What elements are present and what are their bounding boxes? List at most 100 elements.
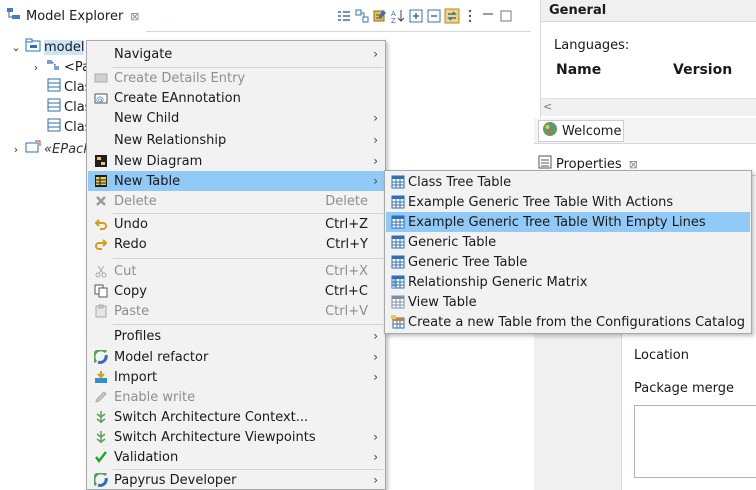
menu-item-redo[interactable]: Redo Ctrl+Y [88, 234, 384, 254]
menu-item-switch-architecture-viewpoints[interactable]: Switch Architecture Viewpoints › [88, 427, 384, 447]
menu-item-navigate[interactable]: Navigate › [88, 44, 384, 64]
collapse-all-icon[interactable] [426, 8, 442, 24]
menu-item-profiles[interactable]: Profiles › [88, 326, 384, 346]
chevron-right-icon: › [373, 350, 378, 364]
horizontal-scrollbar[interactable]: < [541, 98, 756, 116]
menu-item-shortcut: Ctrl+V [325, 303, 368, 319]
submenu-item-table-from-catalog[interactable]: Create a new Table from the Configuratio… [386, 312, 750, 332]
architecture-icon [88, 427, 110, 447]
tree-item-class[interactable]: Clas [47, 77, 91, 97]
submenu-item-generic-tree-table-actions[interactable]: Example Generic Tree Table With Actions [386, 192, 750, 212]
package-merge-list[interactable] [634, 405, 756, 478]
welcome-tab[interactable]: Welcome [538, 120, 624, 142]
menu-item-label: Import [114, 369, 158, 385]
chevron-down-icon[interactable]: ⌄ [10, 41, 22, 54]
tree-item-model[interactable]: ⌄ model [10, 37, 85, 57]
sync-icon[interactable] [444, 8, 460, 24]
view-menu-icon[interactable] [462, 8, 478, 24]
menu-item-label: Navigate [114, 46, 173, 62]
cut-icon [88, 261, 110, 281]
menu-item-enable-write[interactable]: Enable write [88, 387, 384, 407]
chevron-right-icon: › [373, 47, 378, 61]
copy-icon [88, 281, 110, 301]
column-header-name[interactable]: Name [556, 62, 601, 78]
menu-item-model-refactor[interactable]: Model refactor › [88, 347, 384, 367]
menu-item-label: New Relationship [114, 132, 227, 148]
diagram-icon [88, 151, 110, 171]
menu-item-label: Cut [114, 263, 137, 279]
eannotation-icon: @ [88, 88, 110, 108]
menu-item-paste[interactable]: Paste Ctrl+V [88, 301, 384, 321]
menu-item-cut[interactable]: Cut Ctrl+X [88, 261, 384, 281]
menu-item-label: Copy [114, 283, 147, 299]
menu-item-label: Paste [114, 303, 150, 319]
menu-item-new-diagram[interactable]: New Diagram › [88, 151, 384, 171]
welcome-tab-bar: Welcome [534, 118, 756, 144]
filter-icon[interactable] [372, 8, 388, 24]
package-import-icon [45, 58, 61, 76]
menu-item-new-child[interactable]: New Child › [88, 108, 384, 128]
model-explorer-title: Model Explorer [26, 8, 124, 24]
menu-item-new-table[interactable]: New Table › [88, 171, 384, 191]
table-icon [386, 212, 406, 232]
context-menu: Navigate › Create Details Entry @ Create… [86, 40, 386, 490]
general-header: General [541, 0, 756, 22]
tree-item-package-import[interactable]: › <Pa [30, 57, 90, 77]
menu-item-create-eannotation[interactable]: @ Create EAnnotation [88, 88, 384, 108]
menu-item-delete[interactable]: Delete Delete [88, 191, 384, 211]
collapse-list-icon[interactable] [336, 8, 352, 24]
chevron-right-icon: › [373, 174, 378, 188]
chevron-right-icon[interactable]: › [30, 61, 42, 74]
submenu-item-class-tree-table[interactable]: Class Tree Table [386, 172, 750, 192]
tree-item-label: «EPack [44, 141, 91, 157]
matrix-icon [386, 272, 406, 292]
menu-item-copy[interactable]: Copy Ctrl+C [88, 281, 384, 301]
details-entry-icon [88, 68, 110, 88]
tree-item-class[interactable]: Clas [47, 97, 91, 117]
chevron-right-icon[interactable]: › [10, 143, 22, 156]
location-label: Location [634, 348, 689, 363]
submenu-item-relationship-generic-matrix[interactable]: Relationship Generic Matrix [386, 272, 750, 292]
menu-item-import[interactable]: Import › [88, 367, 384, 387]
menu-item-label: Delete [114, 193, 157, 209]
submenu-item-generic-tree-table-empty-lines[interactable]: Example Generic Tree Table With Empty Li… [386, 212, 750, 232]
redo-icon [88, 234, 110, 254]
menu-item-label: Profiles [114, 328, 162, 344]
menu-item-label: Validation [114, 449, 179, 465]
menu-item-switch-architecture-context[interactable]: Switch Architecture Context... [88, 407, 384, 427]
explorer-toolbar: AZ [336, 6, 514, 26]
menu-item-undo[interactable]: Undo Ctrl+Z [88, 214, 384, 234]
submenu-item-view-table[interactable]: View Table [386, 292, 750, 312]
submenu-item-generic-tree-table[interactable]: Generic Tree Table [386, 252, 750, 272]
view-table-icon [386, 292, 406, 312]
submenu-item-generic-table[interactable]: Generic Table [386, 232, 750, 252]
papyrus-icon [88, 470, 110, 490]
welcome-tab-label: Welcome [562, 123, 622, 139]
close-icon[interactable]: ⊠ [629, 158, 638, 171]
scroll-left-icon[interactable]: < [543, 100, 552, 113]
menu-item-new-relationship[interactable]: New Relationship › [88, 130, 384, 150]
general-section: General Languages: Name Version < [540, 0, 756, 120]
check-icon [88, 447, 110, 467]
model-explorer-tab[interactable]: Model Explorer ⊠ [0, 0, 146, 32]
column-header-version[interactable]: Version [673, 62, 732, 78]
link-editor-icon[interactable] [354, 8, 370, 24]
tree-item-epackage[interactable]: › «EPack [10, 139, 91, 159]
tree-item-class[interactable]: Clas [47, 117, 91, 137]
sort-icon[interactable]: AZ [390, 8, 406, 25]
menu-item-papyrus-developer[interactable]: Papyrus Developer › [88, 470, 384, 490]
class-icon [47, 78, 61, 96]
submenu-item-label: Example Generic Tree Table With Actions [408, 194, 674, 210]
menu-item-validation[interactable]: Validation › [88, 447, 384, 467]
menu-item-create-details-entry[interactable]: Create Details Entry [88, 68, 384, 88]
chevron-right-icon: › [373, 370, 378, 384]
delete-icon [88, 191, 110, 211]
menu-item-label: Model refactor [114, 349, 209, 365]
menu-separator [113, 324, 383, 325]
close-icon[interactable]: ⊠ [130, 10, 139, 23]
maximize-icon[interactable] [498, 8, 514, 24]
expand-all-icon[interactable] [408, 8, 424, 24]
menu-item-label: Switch Architecture Viewpoints [114, 429, 316, 445]
minimize-icon[interactable] [480, 8, 496, 24]
chevron-right-icon: › [373, 473, 378, 487]
